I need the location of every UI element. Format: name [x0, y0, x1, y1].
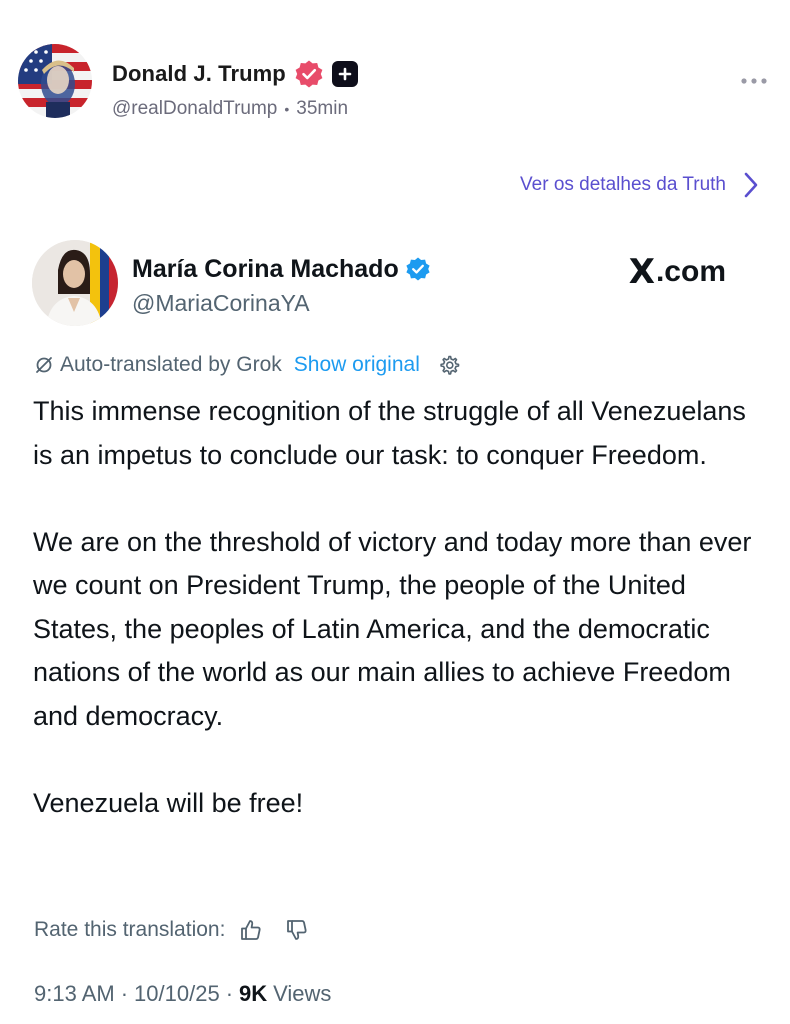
post-time[interactable]: 9:13 AM — [34, 981, 115, 1007]
quoted-author-avatar[interactable] — [32, 240, 118, 326]
meta-separator: · — [120, 981, 129, 1006]
rate-translation-row: Rate this translation: — [34, 914, 309, 946]
ellipsis-icon[interactable] — [740, 74, 768, 86]
post-body: This immense recognition of the struggle… — [33, 390, 763, 825]
author-avatar[interactable] — [18, 44, 92, 118]
quoted-author-name[interactable]: María Corina Machado — [132, 255, 399, 284]
views-count: 9K — [239, 981, 268, 1006]
verified-badge-icon — [295, 60, 323, 88]
author-handle[interactable]: @realDonaldTrump — [112, 98, 277, 120]
avatar-image — [32, 240, 118, 326]
thumbs-up-icon[interactable] — [239, 918, 263, 942]
plus-badge-icon — [331, 61, 358, 87]
meta-separator: • — [284, 101, 290, 117]
x-brand-suffix: .com — [655, 255, 726, 288]
translation-bar: Auto-translated by Grok Show original — [34, 350, 460, 380]
quoted-author-handle[interactable]: @MariaCorinaYA — [132, 290, 310, 317]
truth-details-link[interactable]: Ver os detalhes da Truth — [520, 172, 758, 198]
post-meta: 9:13 AM · 10/10/25 · 9K Views — [34, 978, 331, 1010]
show-original-link[interactable]: Show original — [294, 353, 420, 377]
author-name[interactable]: Donald J. Trump — [112, 61, 286, 87]
x-logo-icon: X — [628, 252, 655, 292]
meta-separator: · — [225, 981, 234, 1006]
post-date[interactable]: 10/10/25 — [134, 981, 220, 1007]
details-link-label: Ver os detalhes da Truth — [520, 174, 726, 195]
quoted-author-name-row: María Corina Machado — [132, 252, 431, 286]
author-name-row: Donald J. Trump — [112, 58, 358, 90]
post-paragraph: This immense recognition of the struggle… — [33, 396, 746, 470]
avatar-image — [18, 44, 92, 118]
post-time-ago: 35min — [296, 98, 349, 119]
x-brand-logo: X .com — [629, 252, 726, 292]
translation-label: Auto-translated by Grok — [60, 353, 282, 376]
gear-icon[interactable] — [438, 354, 460, 376]
truth-post-header: Donald J. Trump @realDonaldTrump • 35min — [18, 44, 772, 124]
chevron-right-icon — [744, 172, 758, 198]
post-paragraph: Venezuela will be free! — [33, 787, 304, 818]
no-translate-icon — [36, 357, 52, 373]
rate-translation-label: Rate this translation: — [34, 918, 226, 941]
views-label: Views — [273, 981, 332, 1006]
thumbs-down-icon[interactable] — [285, 918, 309, 942]
author-meta: @realDonaldTrump • 35min — [112, 98, 348, 120]
post-paragraph: We are on the threshold of victory and t… — [33, 526, 752, 731]
verified-badge-icon — [406, 257, 430, 281]
